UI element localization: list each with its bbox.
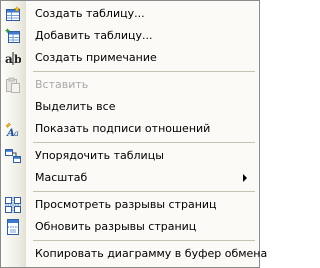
menu-separator [33, 71, 255, 72]
menu-item-create-table[interactable]: Создать таблицу... [1, 3, 259, 25]
menu-item-label: Просмотреть разрывы страниц [35, 198, 217, 211]
menu-item-show-relationship-labels[interactable]: A a Показать подписи отношений [1, 118, 259, 140]
paste-icon [5, 77, 21, 93]
add-table-icon [5, 28, 21, 44]
menu-item-arrange-tables[interactable]: Упорядочить таблицы [1, 145, 259, 167]
menu-separator [33, 191, 255, 192]
context-menu: Создать таблицу... Добавить таблицу... a… [0, 0, 267, 268]
menu-item-label: Копировать диаграмму в буфер обмена [35, 247, 268, 260]
svg-text:a: a [14, 129, 19, 137]
view-page-breaks-icon [5, 197, 21, 213]
menu-item-add-table[interactable]: Добавить таблицу... [1, 25, 259, 47]
menu-item-label: Добавить таблицу... [35, 29, 153, 42]
submenu-arrow-icon [243, 174, 247, 182]
menu-item-create-annotation[interactable]: a b Создать примечание [1, 47, 259, 69]
menu-separator [33, 142, 255, 143]
menu-separator [33, 240, 255, 241]
menu-item-refresh-page-breaks[interactable]: Обновить разрывы страниц [1, 216, 259, 238]
menu-item-zoom[interactable]: Масштаб [1, 167, 259, 189]
arrange-tables-icon [5, 148, 21, 164]
refresh-page-breaks-icon [5, 219, 21, 235]
text-annotation-icon: a b [5, 50, 21, 66]
menu-item-label: Показать подписи отношений [35, 122, 211, 135]
menu-item-view-page-breaks[interactable]: Просмотреть разрывы страниц [1, 194, 259, 216]
menu-item-label: Выделить все [35, 100, 116, 113]
menu-item-label: Упорядочить таблицы [35, 149, 164, 162]
svg-text:a: a [5, 52, 13, 66]
menu-item-copy-diagram[interactable]: Копировать диаграмму в буфер обмена [1, 243, 267, 265]
svg-text:b: b [14, 53, 21, 66]
menu-item-label: Создать таблицу... [35, 7, 145, 20]
relationship-labels-icon: A a [5, 121, 21, 137]
menu-item-label: Обновить разрывы страниц [35, 220, 197, 233]
menu-item-paste: Вставить [1, 74, 259, 96]
menu-item-select-all[interactable]: Выделить все [1, 96, 259, 118]
menu-item-label: Вставить [35, 78, 89, 91]
menu-item-label: Создать примечание [35, 51, 157, 64]
menu-item-label: Масштаб [35, 171, 88, 184]
new-table-icon [5, 6, 21, 22]
